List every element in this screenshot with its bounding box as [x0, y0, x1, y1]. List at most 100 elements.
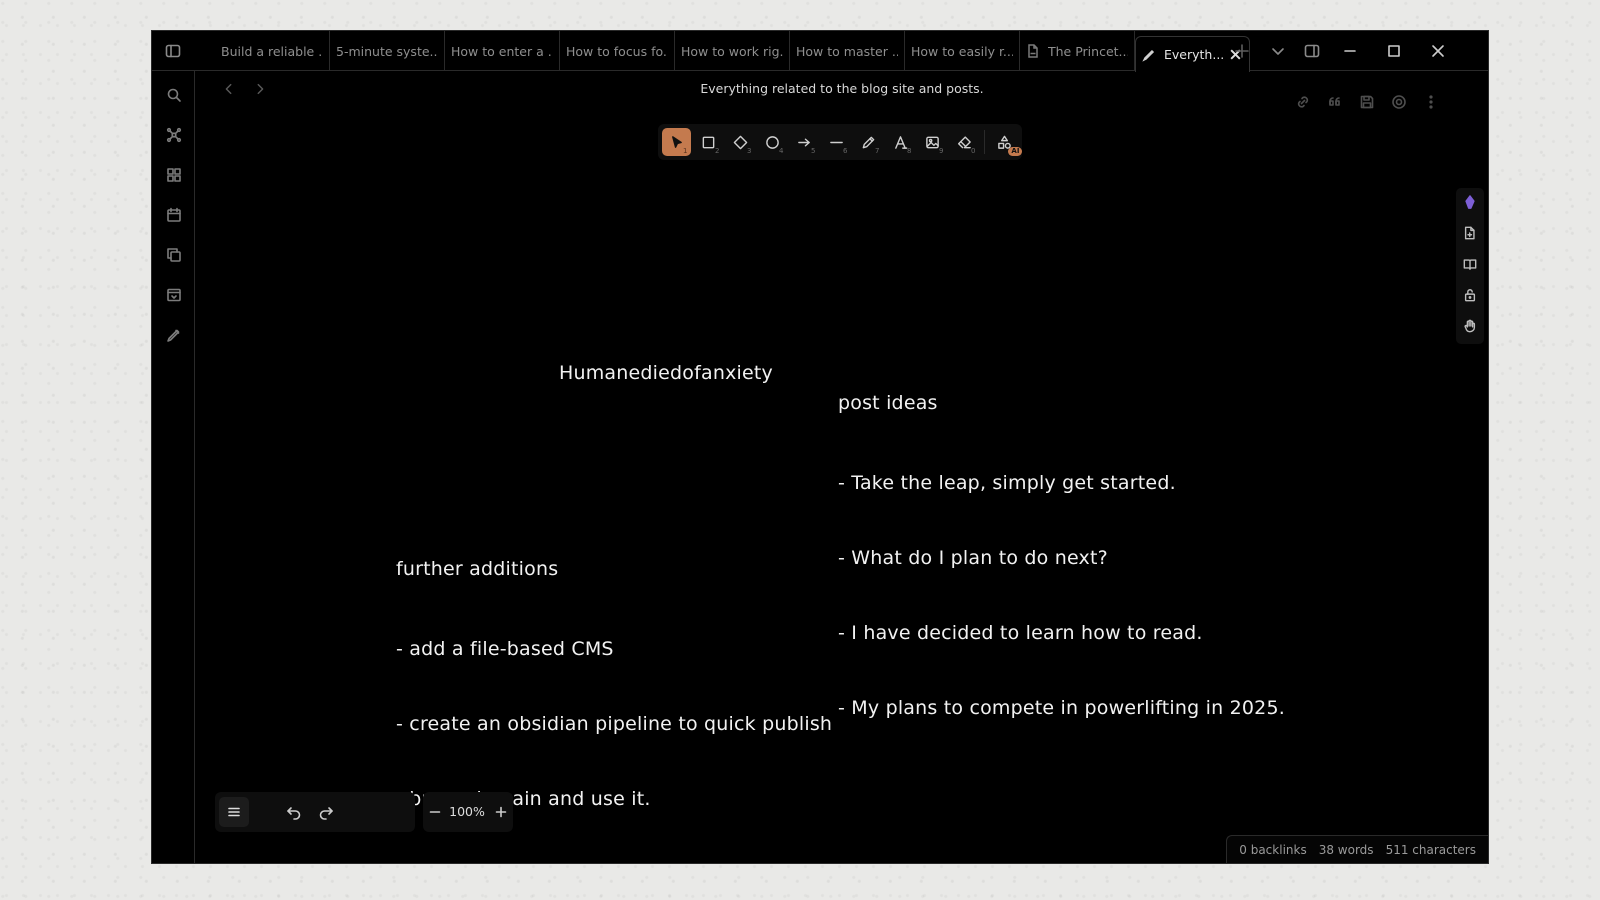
tool-shortcut: 2	[715, 147, 720, 155]
tab-label: How to work rig...	[681, 43, 783, 59]
arrow-right-icon	[797, 138, 810, 146]
post-ideas-item: - What do I plan to do next?	[838, 547, 1108, 569]
status-character-count: 511 characters	[1385, 842, 1476, 857]
export-file-icon[interactable]	[1462, 225, 1478, 241]
note-title[interactable]: Everything related to the blog site and …	[642, 81, 1042, 96]
rectangle-icon	[702, 136, 715, 148]
undo-icon[interactable]	[286, 804, 302, 820]
canvas-text-center-label[interactable]: Humanediedofanxiety	[559, 361, 773, 386]
status-bar: 0 backlinks 38 words 511 characters	[1226, 835, 1488, 863]
save-icon[interactable]	[1359, 94, 1375, 110]
tool-shortcut: 1	[683, 147, 688, 155]
text-tool[interactable]: 8	[886, 128, 915, 156]
redo-icon[interactable]	[318, 804, 334, 820]
sidebar-toggle-icon[interactable]	[164, 43, 182, 59]
rectangle-tool[interactable]: 2	[694, 128, 723, 156]
cursor-arrow-icon	[671, 135, 682, 148]
tab-label: How to master ...	[796, 43, 898, 59]
back-chevron-icon[interactable]	[222, 82, 236, 96]
tab-label: How to focus fo...	[566, 43, 668, 59]
tab-label: How to easily r...	[911, 43, 1013, 59]
hand-pan-icon[interactable]	[1462, 318, 1478, 334]
tab-how-to-enter[interactable]: How to enter a ...	[445, 31, 560, 71]
forward-chevron-icon[interactable]	[253, 82, 267, 96]
tab-everything-active[interactable]: Everyth...	[1135, 36, 1250, 72]
link-icon[interactable]	[1295, 94, 1311, 110]
further-additions-title: further additions	[396, 558, 559, 580]
pdf-icon	[1026, 44, 1040, 58]
settings-gear-icon[interactable]	[1391, 94, 1407, 110]
canvas-grid-icon[interactable]	[164, 165, 184, 185]
tool-shortcut: 5	[811, 147, 816, 155]
status-word-count: 38 words	[1318, 842, 1374, 857]
tab-label: Everyth...	[1164, 47, 1225, 62]
diamond-tool[interactable]: 3	[726, 128, 755, 156]
image-tool[interactable]: 9	[918, 128, 947, 156]
bottom-menu-group	[215, 792, 415, 832]
zoom-out-minus-icon[interactable]	[427, 804, 443, 820]
app-window: Build a reliable ... 5-minute syste... H…	[151, 30, 1489, 864]
obsidian-gem-icon[interactable]	[1462, 194, 1478, 210]
diamond-icon	[733, 135, 748, 149]
text-a-icon	[894, 135, 908, 149]
tab-5-minute-system[interactable]: 5-minute syste...	[330, 31, 445, 71]
line-icon	[829, 141, 843, 143]
tab-build-a-reliable[interactable]: Build a reliable ...	[215, 31, 330, 71]
minimize-window-icon[interactable]	[1342, 43, 1358, 59]
tab-how-to-focus[interactable]: How to focus fo...	[560, 31, 675, 71]
quote-icon[interactable]	[1327, 94, 1343, 110]
tool-shortcut: 4	[779, 147, 784, 155]
eraser-tool[interactable]: 0	[950, 128, 979, 156]
post-ideas-item: - My plans to compete in powerlifting in…	[838, 697, 1285, 719]
tool-shortcut: 6	[843, 147, 848, 155]
tool-shortcut: 7	[875, 147, 880, 155]
toolbar-divider	[984, 130, 985, 154]
more-options-icon[interactable]	[1423, 94, 1439, 110]
zoom-control-group: 100%	[423, 792, 513, 832]
close-window-icon[interactable]	[1430, 43, 1446, 59]
drawing-toolbar: 1 2 3 4 5 6 7 8 9 0 AI	[658, 124, 1023, 160]
tool-shortcut: 8	[907, 147, 912, 155]
tab-the-princeton[interactable]: The Princet...	[1020, 31, 1135, 71]
excalidraw-icon	[1142, 48, 1156, 62]
status-backlinks[interactable]: 0 backlinks	[1239, 843, 1306, 857]
canvas-text-post-ideas[interactable]: post ideas - Take the leap, simply get s…	[838, 341, 1285, 771]
tabs: Build a reliable ... 5-minute syste... H…	[215, 31, 1250, 72]
tab-how-to-work[interactable]: How to work rig...	[675, 31, 790, 71]
maximize-window-icon[interactable]	[1386, 43, 1402, 59]
ai-badge: AI	[1008, 147, 1023, 156]
right-side-rail	[1456, 188, 1484, 344]
copy-pages-icon[interactable]	[164, 245, 184, 265]
unlock-icon[interactable]	[1462, 287, 1478, 303]
tab-how-to-easily[interactable]: How to easily r...	[905, 31, 1020, 71]
excalidraw-pen-icon[interactable]	[164, 325, 184, 345]
line-tool[interactable]: 6	[822, 128, 851, 156]
post-ideas-title: post ideas	[838, 392, 938, 414]
tab-label: Build a reliable ...	[221, 43, 323, 59]
pencil-icon	[862, 136, 875, 148]
ellipse-tool[interactable]: 4	[758, 128, 787, 156]
tab-list-chevron-down-icon[interactable]	[1270, 43, 1286, 59]
further-additions-item: - add a file-based CMS	[396, 638, 614, 660]
calendar-icon[interactable]	[164, 205, 184, 225]
zoom-level[interactable]: 100%	[445, 804, 489, 819]
right-sidebar-toggle-icon[interactable]	[1303, 43, 1321, 59]
arrow-tool[interactable]: 5	[790, 128, 819, 156]
tab-label: 5-minute syste...	[336, 43, 438, 59]
search-icon[interactable]	[164, 85, 184, 105]
tool-shortcut: 0	[971, 147, 976, 155]
book-open-icon[interactable]	[1462, 256, 1478, 272]
graph-view-icon[interactable]	[164, 125, 184, 145]
draw-tool[interactable]: 7	[854, 128, 883, 156]
ellipse-icon	[765, 135, 779, 149]
main-menu-hamburger-icon[interactable]	[219, 797, 249, 827]
selection-tool[interactable]: 1	[662, 128, 691, 156]
ai-shapes-tool[interactable]: AI	[990, 128, 1023, 156]
tab-label: The Princet...	[1048, 43, 1128, 59]
archive-icon[interactable]	[164, 285, 184, 305]
zoom-in-plus-icon[interactable]	[493, 804, 509, 820]
new-tab-icon[interactable]	[1234, 43, 1250, 59]
tab-how-to-master[interactable]: How to master ...	[790, 31, 905, 71]
further-additions-item: - create an obsidian pipeline to quick p…	[396, 713, 833, 735]
tab-label: How to enter a ...	[451, 43, 553, 59]
